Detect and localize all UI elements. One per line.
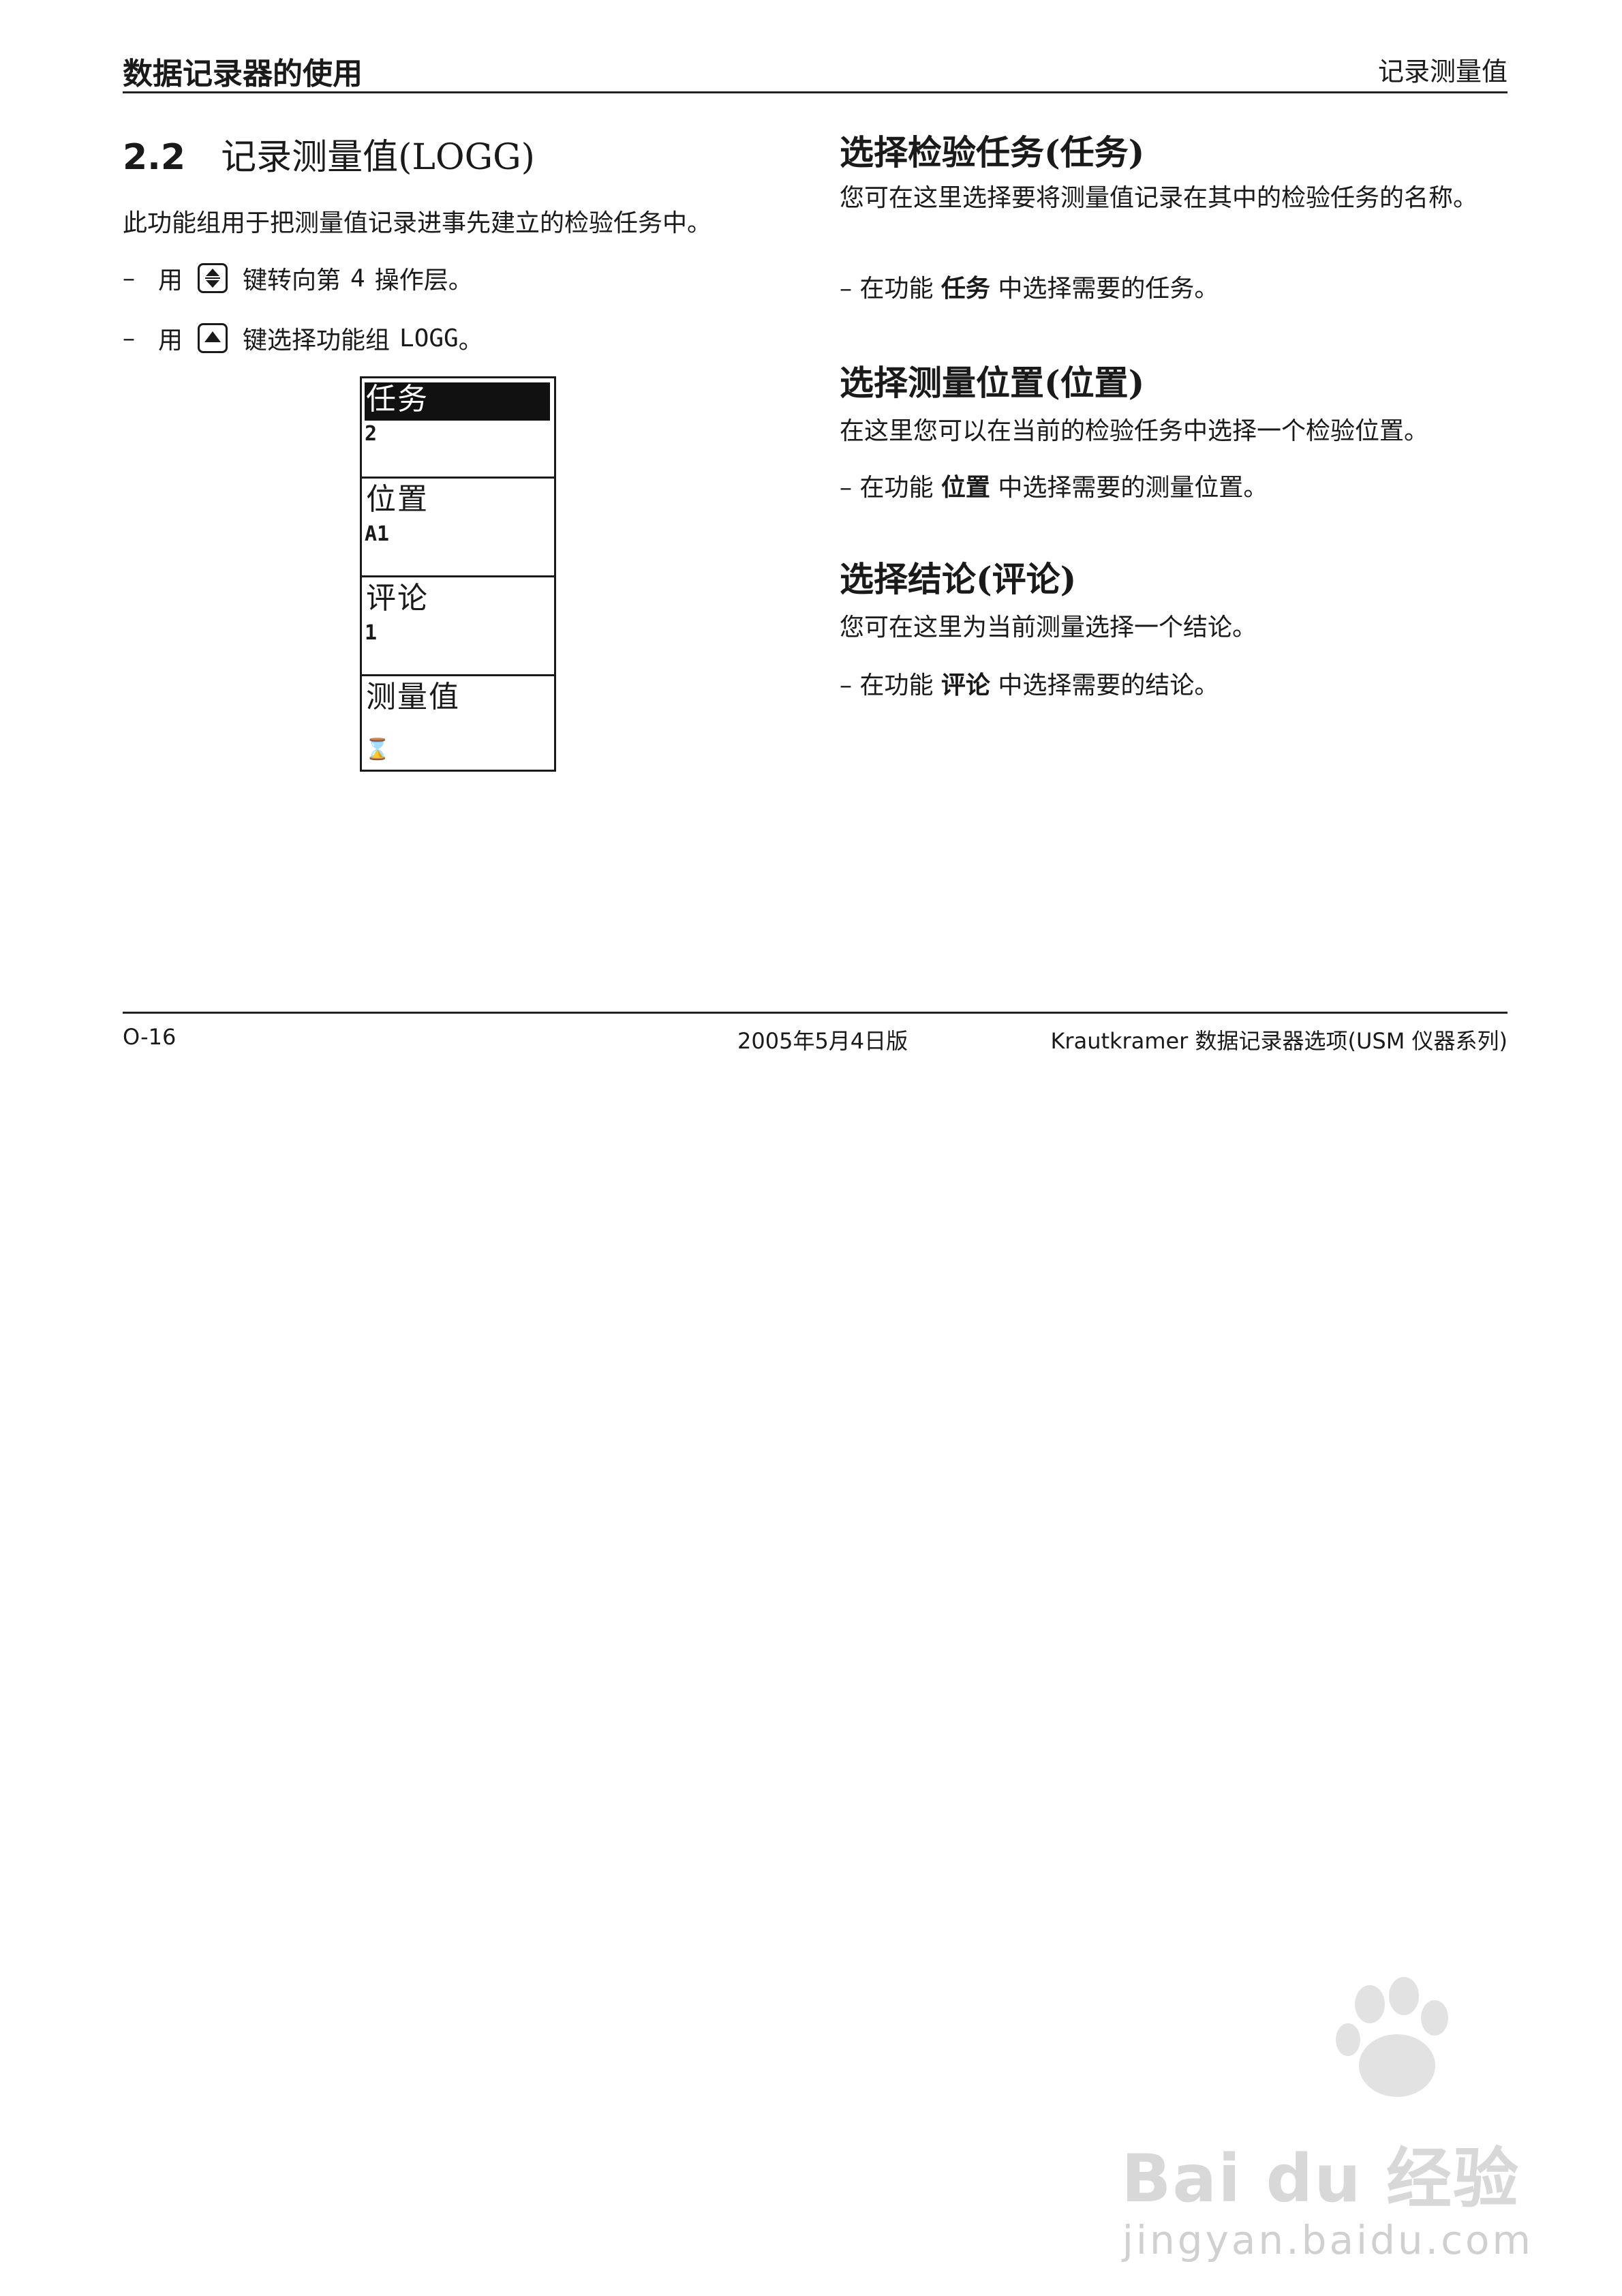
- page-header-topic: 记录测量值: [1377, 57, 1508, 87]
- section-number: 2.2: [123, 137, 186, 178]
- step-text: – 在功能: [840, 474, 934, 502]
- menu-cell-comment: 评论 1: [362, 575, 554, 674]
- menu-cell-value: A1: [365, 522, 390, 546]
- watermark-url: jingyan.baidu.com: [1122, 2217, 1533, 2263]
- step-text: 键选择功能组: [243, 327, 391, 354]
- menu-cell-task: 任务 2: [362, 378, 554, 477]
- menu-cell-value: 1: [365, 621, 378, 645]
- menu-cell-label: 任务: [366, 382, 429, 417]
- step-text: 用: [158, 327, 183, 354]
- heading-select-comment: 选择结论(评论): [840, 559, 1077, 599]
- step-dash: –: [123, 264, 135, 292]
- step-select-task: – 在功能 任务 中选择需要的任务。: [840, 271, 1219, 307]
- step-text: 操作层。: [374, 267, 473, 294]
- step-text: 。: [458, 327, 483, 354]
- layer-number: 4: [350, 264, 365, 292]
- page-number: O-16: [123, 1024, 177, 1050]
- step-select-comment: – 在功能 评论 中选择需要的结论。: [840, 668, 1219, 704]
- page-header-chapter: 数据记录器的使用: [123, 57, 363, 91]
- footer-rule: [123, 1012, 1508, 1014]
- menu-cell-label: 测量值: [366, 680, 460, 714]
- step-2: – 用 键选择功能组 LOGG 。: [123, 320, 483, 356]
- body-select-position: 在这里您可以在当前的检验任务中选择一个检验位置。: [840, 417, 1429, 445]
- step-select-position: – 在功能 位置 中选择需要的测量位置。: [840, 470, 1268, 506]
- baidu-jingyan-watermark: Bai du 经验: [1121, 2141, 1520, 2217]
- body-select-comment: 您可在这里为当前测量选择一个结论。: [840, 614, 1257, 641]
- step-text: 中选择需要的测量位置。: [998, 474, 1268, 502]
- function-name: 位置: [940, 474, 990, 502]
- logg-menu-panel: 任务 2 位置 A1 评论 1 测量值 ⌛: [360, 376, 556, 772]
- step-text: – 在功能: [840, 671, 934, 699]
- section-intro: 此功能组用于把测量值记录进事先建立的检验任务中。: [123, 209, 712, 237]
- menu-cell-position: 位置 A1: [362, 477, 554, 575]
- menu-cell-value: 2: [365, 422, 378, 446]
- heading-select-task: 选择检验任务(任务): [840, 132, 1145, 172]
- baidu-paw-icon: [1336, 1977, 1448, 2097]
- menu-cell-label: 评论: [366, 581, 429, 616]
- step-1: – 用 键转向第 4 操作层。: [123, 260, 473, 296]
- product-name: Krautkramer 数据记录器选项(USM 仪器系列): [1050, 1028, 1508, 1054]
- up-arrow-key-icon: [198, 323, 228, 353]
- section-title-text: 记录测量值(LOGG): [221, 137, 535, 178]
- step-dash: –: [123, 324, 135, 352]
- header-rule: [123, 91, 1508, 93]
- section-title: 2.2 记录测量值(LOGG): [123, 128, 535, 179]
- menu-cell-measured-value: 测量值 ⌛: [362, 674, 554, 773]
- body-select-task: 您可在这里选择要将测量值记录在其中的检验任务的名称。: [840, 184, 1478, 212]
- function-group-code: LOGG: [399, 324, 459, 352]
- function-name: 评论: [940, 671, 990, 699]
- function-name: 任务: [940, 275, 990, 303]
- step-text: 中选择需要的结论。: [998, 671, 1219, 699]
- step-text: 用: [158, 267, 183, 294]
- step-text: 中选择需要的任务。: [998, 275, 1219, 303]
- heading-select-position: 选择测量位置(位置): [840, 363, 1145, 403]
- step-text: 键转向第: [243, 267, 341, 294]
- up-down-arrow-key-icon: [198, 263, 228, 293]
- menu-cell-label: 位置: [366, 482, 429, 517]
- hourglass-icon: ⌛: [365, 738, 391, 761]
- edition-date: 2005年5月4日版: [737, 1028, 908, 1054]
- step-text: – 在功能: [840, 275, 934, 303]
